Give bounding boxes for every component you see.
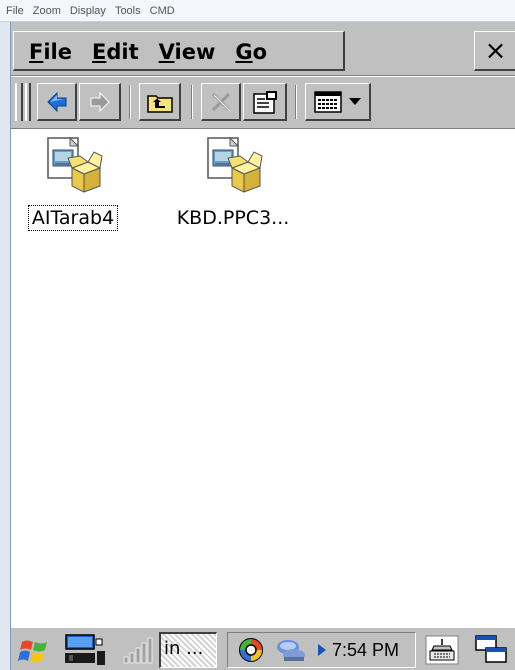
cab-installer-icon	[207, 136, 263, 193]
taskbar: in ... 7:54 PM	[11, 626, 515, 670]
properties-button[interactable]	[243, 83, 287, 121]
delete-button[interactable]	[201, 83, 241, 121]
properties-icon	[252, 90, 277, 114]
menu-view-accel: V	[158, 40, 175, 64]
menu-file[interactable]: File	[21, 34, 84, 70]
menu-edit-accel: E	[92, 40, 107, 64]
tray-expand-icon[interactable]	[318, 644, 326, 656]
forward-button[interactable]	[79, 83, 121, 121]
cab-installer-icon	[47, 136, 103, 193]
desktop-icon	[65, 634, 105, 665]
host-menu-cmd[interactable]: CMD	[150, 5, 175, 17]
toolbar-grip[interactable]	[15, 83, 23, 121]
host-menu-display[interactable]: Display	[70, 5, 106, 17]
switch-windows-icon	[475, 635, 507, 663]
signal-indicator[interactable]	[119, 632, 155, 668]
network-tray-button[interactable]	[272, 633, 312, 667]
clock[interactable]: 7:54 PM	[332, 633, 399, 667]
up-folder-icon	[146, 94, 173, 113]
input-panel-icon	[425, 635, 459, 665]
menu-row: File Edit View Go	[11, 31, 279, 73]
menu-edit[interactable]: Edit	[84, 34, 151, 70]
close-icon: ×	[484, 35, 507, 66]
desktop-button[interactable]	[61, 632, 111, 668]
host-menu-file[interactable]: File	[6, 5, 24, 17]
menu-go[interactable]: Go	[227, 34, 279, 70]
forward-icon	[90, 91, 110, 112]
menu-edit-rest: dit	[106, 40, 139, 64]
menu-go-rest: o	[252, 40, 268, 64]
menu-file-accel: F	[29, 40, 44, 64]
menu-view-rest: iew	[174, 40, 216, 64]
task-button[interactable]: in ...	[159, 632, 217, 668]
toolbar-separator	[295, 85, 297, 119]
menu-file-rest: ile	[43, 40, 72, 64]
toolbar-separator	[129, 85, 131, 119]
toolbar-separator	[191, 85, 193, 119]
input-panel-button[interactable]	[421, 632, 463, 668]
emulator-menubar: File Zoom Display Tools CMD	[0, 0, 515, 22]
command-bar: File Edit View Go ×	[11, 22, 515, 76]
host-menu-tools[interactable]: Tools	[115, 5, 141, 17]
signal-icon	[123, 637, 153, 664]
back-button[interactable]	[37, 83, 77, 121]
messenger-tray-button[interactable]	[234, 633, 268, 667]
toolbar	[11, 77, 515, 129]
messenger-icon	[239, 638, 263, 662]
file-item-aitarab4[interactable]: AITarab4	[11, 134, 143, 231]
start-button[interactable]	[15, 632, 53, 668]
menu-view[interactable]: View	[151, 34, 228, 70]
host-menu-zoom[interactable]: Zoom	[33, 5, 61, 17]
file-name-label: AITarab4	[27, 205, 119, 231]
menu-go-accel: G	[235, 40, 253, 64]
view-menu-icon	[314, 90, 342, 113]
close-button[interactable]: ×	[474, 31, 515, 71]
toolbar-grip-secondary	[25, 83, 31, 121]
file-item-kbd-ppc3[interactable]: KBD.PPC3...	[163, 134, 303, 230]
view-menu-button[interactable]	[305, 83, 371, 121]
chevron-down-icon	[349, 97, 361, 105]
network-icon	[277, 640, 305, 661]
system-tray: 7:54 PM	[227, 632, 416, 668]
file-name-label: KBD.PPC3...	[176, 207, 290, 229]
start-icon	[18, 640, 47, 663]
delete-icon	[211, 92, 230, 111]
up-folder-button[interactable]	[139, 83, 181, 121]
device-screen: File Edit View Go × AITarab4 KBD.PPC3...…	[10, 22, 515, 670]
back-icon	[46, 91, 66, 112]
switch-windows-button[interactable]	[469, 632, 513, 668]
